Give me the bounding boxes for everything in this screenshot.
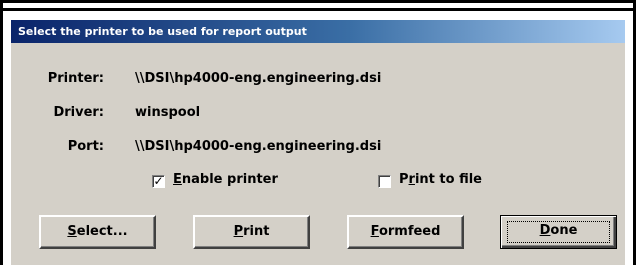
checkmark-icon: ✓ <box>153 174 164 188</box>
enable-printer-label[interactable]: Enable printer <box>173 172 278 187</box>
driver-label: Driver: <box>53 105 104 120</box>
print-to-file-label[interactable]: Print to file <box>399 172 482 187</box>
enable-printer-label-rest: nable printer <box>181 172 278 187</box>
left-border <box>0 0 3 265</box>
enable-printer-checkbox[interactable]: ✓ <box>152 175 165 188</box>
print-to-file-label-rest: int to file <box>414 172 482 187</box>
print-button[interactable]: Print <box>193 215 310 249</box>
port-label: Port: <box>67 139 104 154</box>
printer-label: Printer: <box>47 71 104 86</box>
driver-value: winspool <box>135 105 201 120</box>
separator-line <box>0 8 636 11</box>
print-accelerator: P <box>233 224 244 239</box>
formfeed-label-rest: ormfeed <box>378 224 441 239</box>
select-button[interactable]: Select... <box>39 215 156 249</box>
window-frame: Select the printer to be used for report… <box>0 0 636 265</box>
done-label-rest: one <box>550 223 578 238</box>
print-to-file-label-prefix: P <box>399 172 409 187</box>
printer-value: \\DSI\hp4000-eng.engineering.dsi <box>135 71 382 86</box>
formfeed-button[interactable]: Formfeed <box>347 215 464 249</box>
top-border <box>0 0 636 3</box>
select-accelerator: S <box>67 224 77 239</box>
done-accelerator: D <box>539 223 551 238</box>
select-label-rest: elect... <box>76 224 128 239</box>
printer-dialog: Select the printer to be used for report… <box>10 19 625 265</box>
enable-printer-accelerator: E <box>173 172 182 187</box>
print-to-file-checkbox[interactable] <box>378 175 391 188</box>
dialog-title: Select the printer to be used for report… <box>11 20 625 43</box>
port-value: \\DSI\hp4000-eng.engineering.dsi <box>135 139 382 154</box>
done-button[interactable]: Done <box>500 215 617 249</box>
formfeed-accelerator: F <box>370 224 379 239</box>
print-label-rest: rint <box>243 224 270 239</box>
